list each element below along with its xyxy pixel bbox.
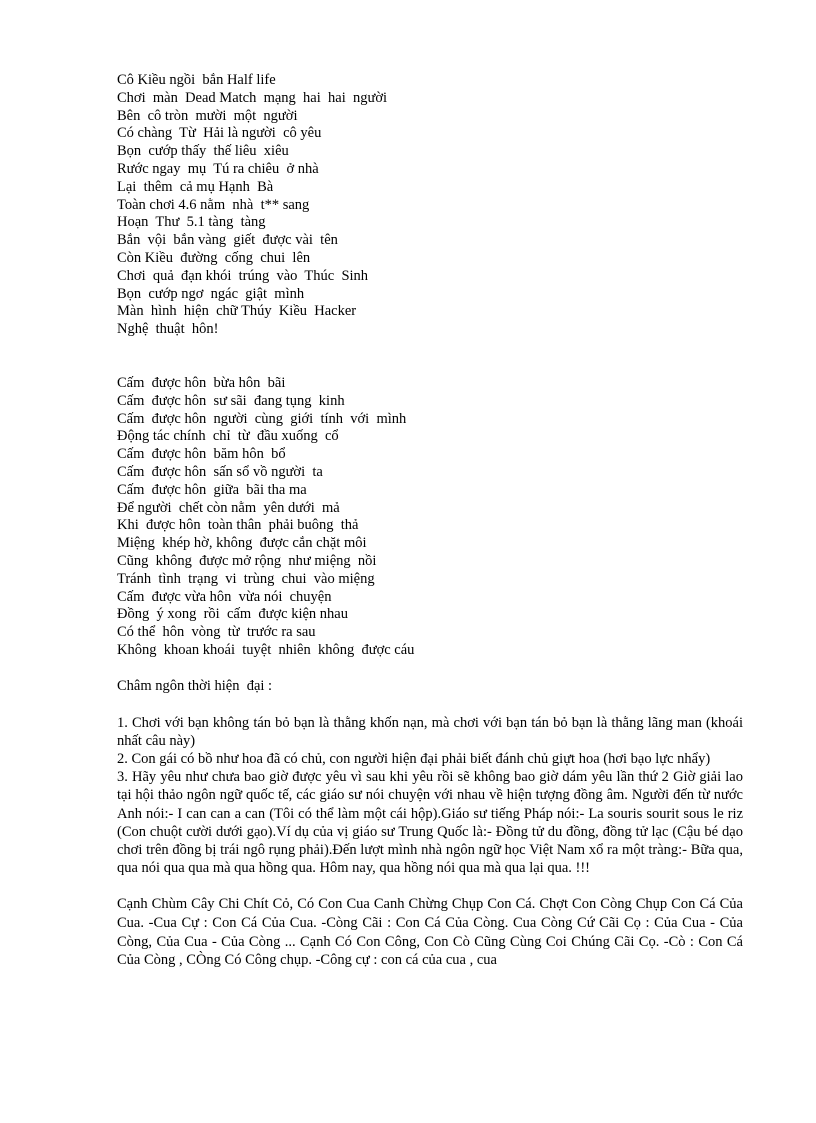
poem-verse: Nghệ thuật hôn! [117, 321, 219, 338]
poem-verse: Miệng khép hờ, không được cắn chặt môi [117, 535, 367, 552]
poem-verse: Hoạn Thư 5.1 tàng tàng [117, 214, 266, 231]
poem-verse: Cấm được hôn sấn sổ vồ người ta [117, 463, 323, 480]
poem-verse: Cấm được hôn sư sãi đang tụng kinh [117, 392, 345, 409]
poem-verse: Cô Kiều ngồi bắn Half life [117, 72, 276, 88]
poem-verse: Có chàng Từ Hải là người cô yêu [117, 125, 322, 142]
maxim-item: 3. Hãy yêu như chưa bao giờ được yêu vì … [117, 769, 743, 877]
poem-verse: Bên cô tròn mười một người [117, 107, 298, 124]
poem-verse: Không khoan khoái tuyệt nhiên không được… [117, 641, 415, 658]
poem-verse: Chơi màn Dead Match mạng hai hai người [117, 89, 388, 106]
document-page: Cô Kiều ngồi bắn Half life Chơi màn Dead… [0, 0, 816, 1123]
maxims-heading: Châm ngôn thời hiện đại : [117, 677, 273, 694]
poem-verse: Để người chết còn nằm yên dưới mả [117, 499, 340, 516]
poem-verse: Còn Kiều đường cống chui lên [117, 249, 311, 266]
poem-verse: Bọn cướp ngơ ngác giật mình [117, 285, 305, 302]
poem-verse: Lại thêm cả mụ Hạnh Bà [117, 178, 274, 195]
maxim-item: 1. Chơi với bạn không tán bỏ bạn là thằn… [117, 714, 743, 749]
poem-verse: Bắn vội bắn vàng giết được vài tên [117, 232, 338, 249]
poem-kissing-rules: Cấm được hôn bừa hôn bãi Cấm được hôn sư… [117, 375, 743, 660]
poem-verse: Cấm được vừa hôn vừa nói chuyện [117, 588, 332, 605]
document-body: Cô Kiều ngồi bắn Half life Chơi màn Dead… [117, 72, 743, 970]
poem-verse: Cũng không được mở rộng như miệng nồi [117, 552, 377, 569]
poem-verse: Toàn chơi 4.6 nằm nhà t** sang [117, 196, 310, 213]
stanza-gap [117, 339, 743, 375]
poem-verse: Đồng ý xong rồi cấm được kiện nhau [117, 606, 348, 623]
poem-verse: Có thể hôn vòng từ trước ra sau [117, 624, 316, 641]
poem-verse: Bọn cướp thấy thế liêu xiêu [117, 143, 289, 160]
poem-verse: Khi được hôn toàn thân phải buông thả [117, 517, 359, 534]
maxims-list: 1. Chơi với bạn không tán bỏ bạn là thằn… [117, 714, 743, 878]
poem-verse: Cấm được hôn băm hôn bổ [117, 446, 286, 463]
poem-half-life: Cô Kiều ngồi bắn Half life Chơi màn Dead… [117, 72, 743, 339]
poem-verse: Cấm được hôn người cùng giới tính với mì… [117, 410, 407, 427]
poem-verse: Cấm được hôn giữa bãi tha ma [117, 481, 307, 498]
poem-verse: Rước ngay mụ Tú ra chiêu ở nhà [117, 160, 319, 177]
poem-verse: Chơi quả đạn khói trúng vào Thúc Sinh [117, 267, 369, 284]
heading-gap [117, 696, 743, 714]
poem-verse: Động tác chính chỉ từ đầu xuống cổ [117, 428, 339, 445]
maxim-item: 2. Con gái có bồ như hoa đã có chủ, con … [117, 750, 711, 767]
poem-verse: Màn hình hiện chữ Thúy Kiều Hacker [117, 303, 357, 320]
poem-verse: Cấm được hôn bừa hôn bãi [117, 374, 286, 391]
poem-verse: Tránh tình trạng vi trùng chui vào miệng [117, 570, 375, 587]
tongue-twister-paragraph: Cạnh Chùm Cây Chi Chít Cỏ, Có Con Cua Ca… [117, 896, 743, 969]
